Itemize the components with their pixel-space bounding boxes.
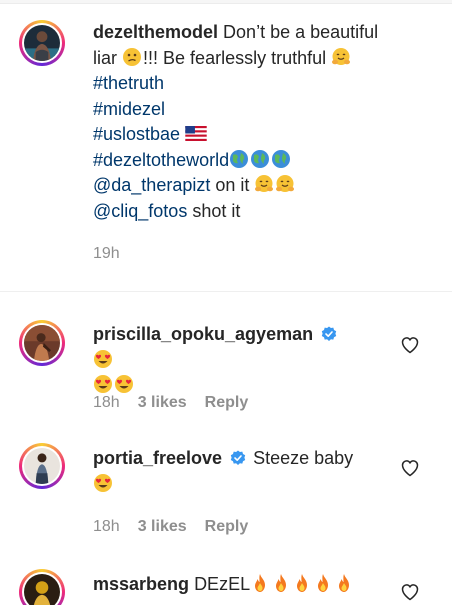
caption-divider	[0, 291, 452, 292]
comment-likes[interactable]: 3 likes	[138, 394, 187, 412]
confused-face-emoji	[123, 47, 142, 66]
hugging-face-emoji	[276, 175, 295, 192]
comment-time: 18h	[93, 518, 120, 535]
fire-emoji	[276, 574, 287, 592]
caption-text-3: !!! Be fearlessly truthful	[143, 47, 327, 68]
fire-emoji	[255, 574, 266, 592]
avatar-photo-icon	[24, 25, 60, 61]
globe-emoji	[230, 149, 249, 168]
avatar-photo-icon	[24, 574, 60, 605]
verified-badge-icon	[230, 450, 246, 465]
comment-priscilla: priscilla_opoku_agyeman	[93, 322, 353, 399]
fire-emoji	[318, 574, 329, 592]
comment-avatar-portia[interactable]	[19, 443, 65, 489]
comment-avatar-priscilla[interactable]	[19, 320, 65, 366]
like-heart-icon[interactable]	[400, 582, 420, 602]
comments-screen: dezelthemodel Don’t be a beautiful liar …	[0, 0, 452, 605]
comment-text-portia: Steeze baby	[253, 448, 354, 468]
comment-meta-priscilla: 18h 3 likes Reply	[93, 394, 248, 412]
caption-text-1: Don’t be a beautiful	[223, 22, 379, 42]
heart-eyes-emoji	[115, 375, 133, 393]
caption-time: 19h	[93, 245, 120, 262]
like-heart-icon[interactable]	[400, 458, 420, 478]
globe-emoji	[251, 149, 270, 168]
caption-meta: 19h	[93, 245, 120, 263]
avatar-photo-icon	[24, 325, 60, 361]
hashtag-midezel[interactable]: #midezel	[93, 97, 423, 123]
heart-eyes-emoji	[94, 375, 112, 393]
hugging-face-emoji	[255, 175, 274, 192]
mention1-suffix: on it	[215, 175, 250, 195]
hashtag-uslostbae[interactable]: #uslostbae	[93, 124, 180, 144]
caption-author-avatar[interactable]	[19, 20, 65, 66]
globe-emoji	[272, 149, 291, 168]
hashtag-dezeltotheworld[interactable]: #dezeltotheworld	[93, 150, 229, 170]
comment-portia: portia_freelove Steeze baby	[93, 446, 383, 497]
heart-eyes-emoji	[94, 473, 112, 492]
caption-block: dezelthemodel Don’t be a beautiful liar …	[93, 20, 423, 224]
top-bar-edge	[0, 0, 452, 4]
mention-cliq-fotos[interactable]: @cliq_fotos	[93, 201, 187, 221]
like-heart-icon[interactable]	[400, 335, 420, 355]
hugging-face-emoji	[332, 47, 351, 65]
hashtag-thetruth[interactable]: #thetruth	[93, 71, 423, 97]
heart-eyes-emoji	[94, 349, 112, 368]
mention-da-therapizt[interactable]: @da_therapizt	[93, 175, 210, 195]
fire-emoji	[339, 574, 350, 592]
comment-meta-portia: 18h 3 likes Reply	[93, 518, 248, 536]
verified-badge-icon	[321, 326, 337, 341]
comment-likes[interactable]: 3 likes	[138, 518, 187, 536]
fire-emoji	[297, 574, 308, 592]
reply-button[interactable]: Reply	[205, 394, 249, 412]
comment-time: 18h	[93, 394, 120, 411]
comment-text-mssarbeng: DEzEL	[194, 574, 251, 594]
comment-mssarbeng: mssarbeng DEzEL	[93, 572, 393, 598]
mention2-suffix: shot it	[192, 200, 241, 221]
caption-text-2: liar	[93, 47, 118, 68]
comment-username-portia[interactable]: portia_freelove	[93, 448, 222, 468]
reply-button[interactable]: Reply	[205, 518, 249, 536]
us-flag-icon	[185, 126, 207, 141]
comment-username-mssarbeng[interactable]: mssarbeng	[93, 574, 189, 594]
comment-avatar-mssarbeng[interactable]	[19, 569, 65, 605]
comment-username-priscilla[interactable]: priscilla_opoku_agyeman	[93, 324, 313, 344]
caption-username[interactable]: dezelthemodel	[93, 22, 218, 42]
avatar-photo-icon	[24, 448, 60, 484]
